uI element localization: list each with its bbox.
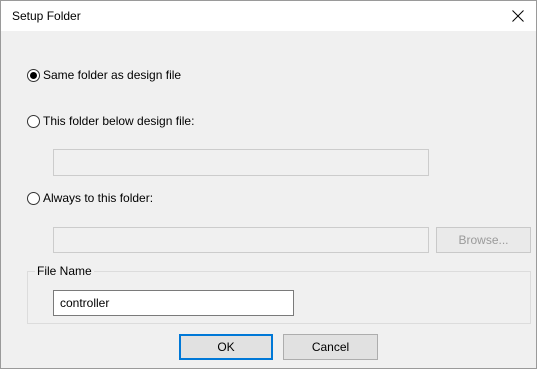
dialog-title: Setup Folder [12,9,81,23]
radio-button-checked[interactable] [27,68,40,82]
setup-folder-dialog: Setup Folder Same folder as design file … [0,0,537,369]
title-bar: Setup Folder [1,1,536,31]
radio-button[interactable] [27,114,40,128]
always-folder-input[interactable] [53,227,429,253]
browse-button[interactable]: Browse... [436,227,531,253]
cancel-button[interactable]: Cancel [283,334,378,360]
radio-folder-below[interactable]: This folder below design file: [27,113,194,129]
close-button[interactable] [500,1,536,31]
radio-same-folder[interactable]: Same folder as design file [27,67,181,83]
radio-same-folder-label: Same folder as design file [43,68,182,82]
radio-button[interactable] [27,191,40,205]
file-name-input[interactable]: controller [53,290,294,316]
ok-button[interactable]: OK [179,334,273,360]
close-icon [512,10,524,22]
radio-always-folder[interactable]: Always to this folder: [27,190,153,206]
radio-folder-below-label: This folder below design file: [43,114,195,128]
radio-always-folder-label: Always to this folder: [43,191,154,205]
file-name-group-label: File Name [35,264,94,278]
below-folder-input[interactable] [53,149,429,176]
